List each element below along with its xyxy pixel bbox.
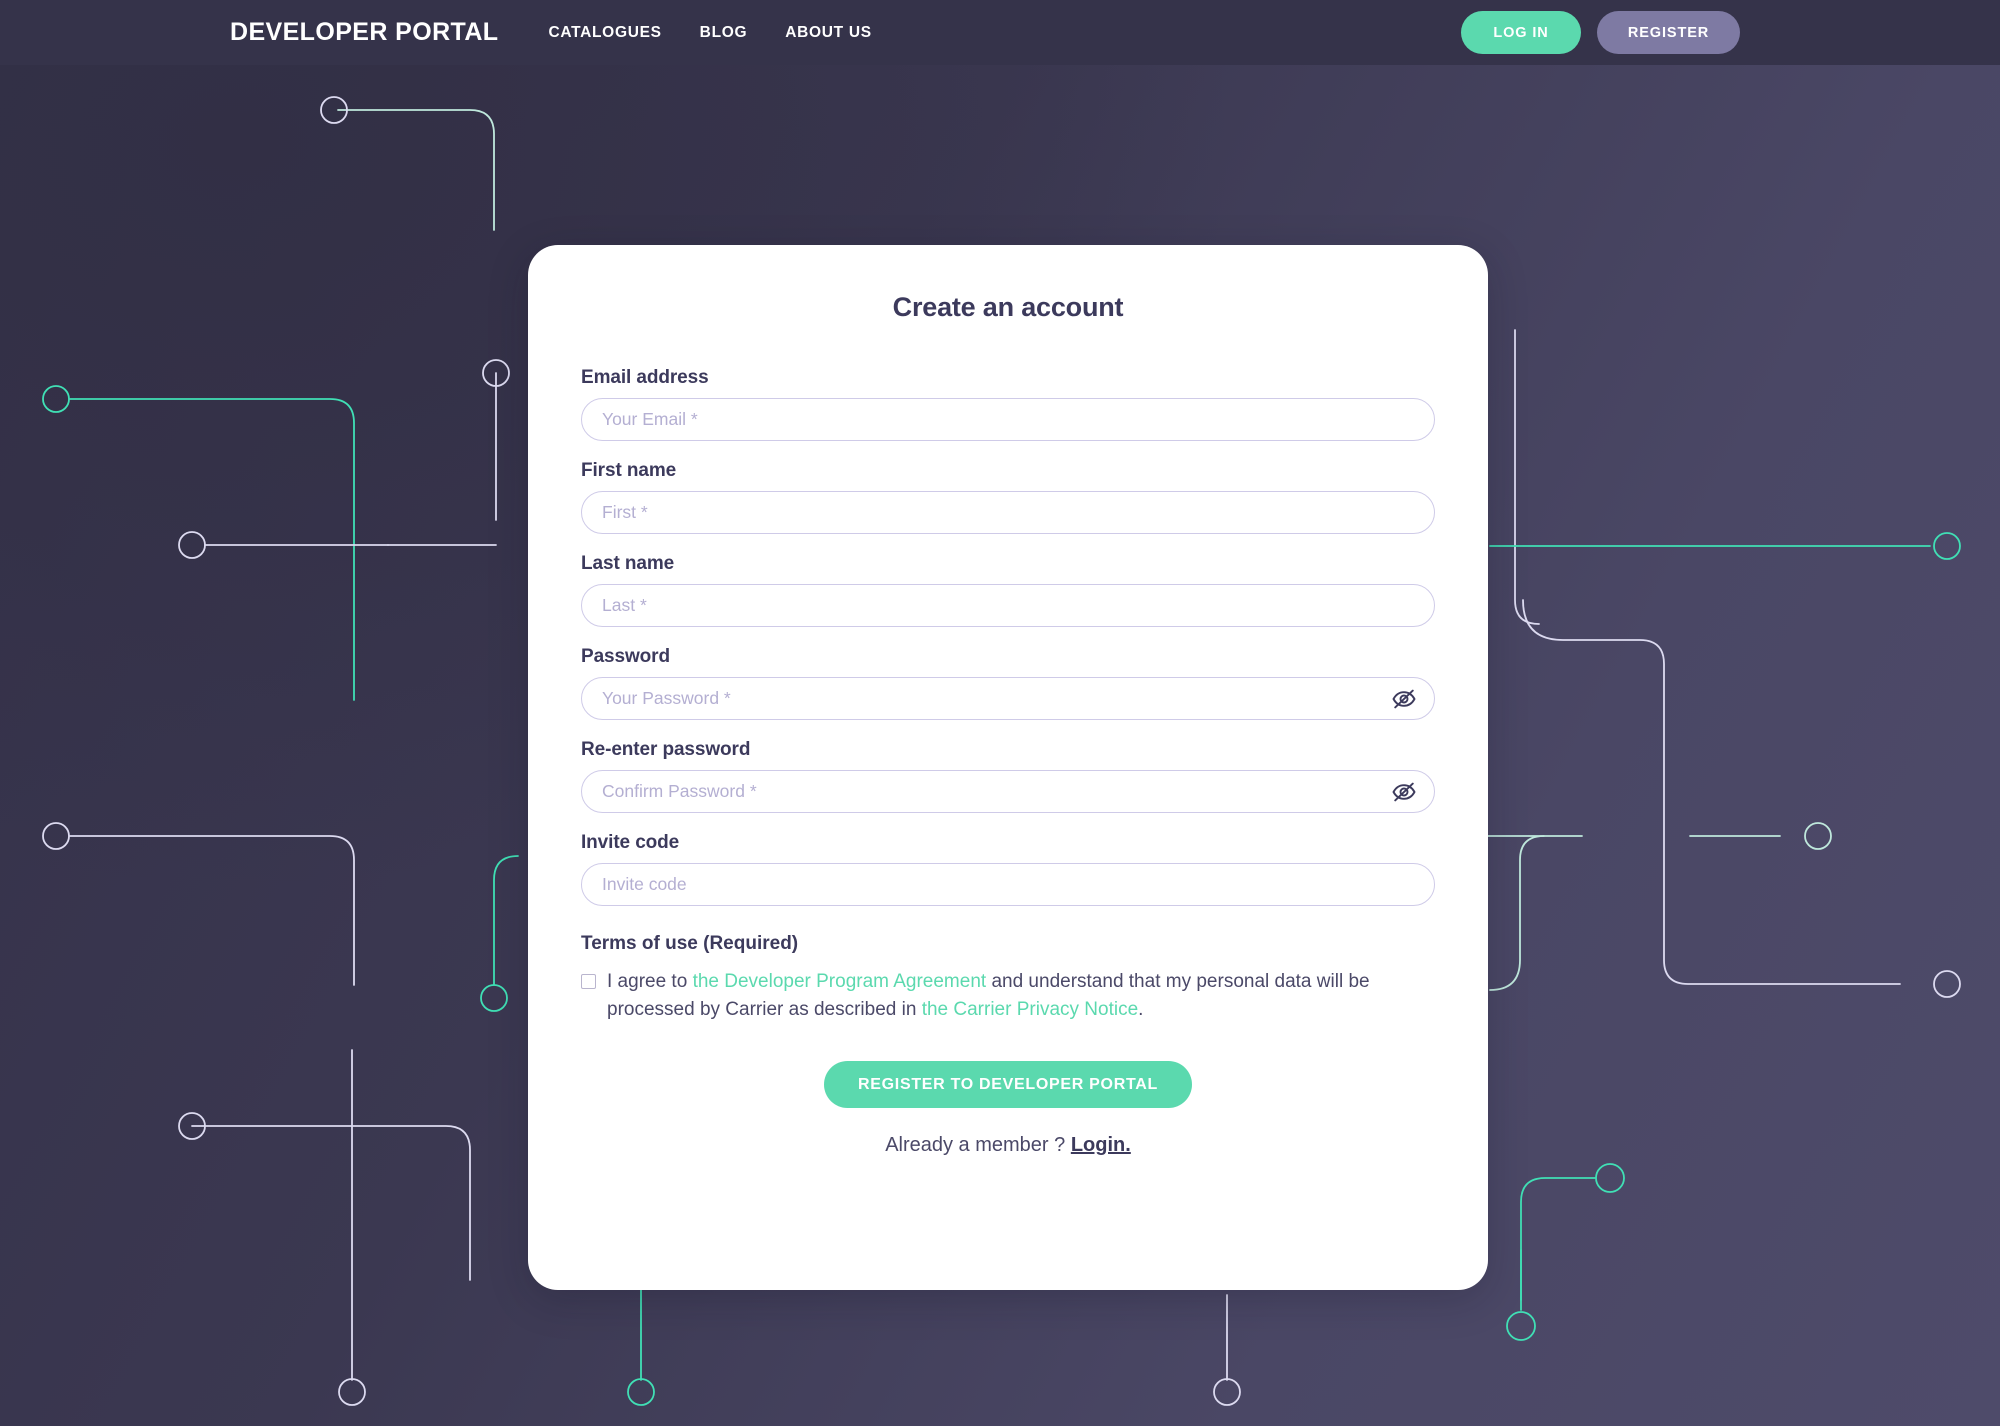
- brand-logo[interactable]: DEVELOPER PORTAL: [230, 18, 498, 47]
- login-link[interactable]: Login.: [1071, 1134, 1131, 1156]
- input-wrap-password: [581, 677, 1435, 720]
- confirm-password-visibility-toggle[interactable]: [1391, 781, 1417, 803]
- circuit-node: [1933, 532, 1961, 560]
- eye-off-icon: [1392, 689, 1416, 708]
- password-input[interactable]: [581, 677, 1435, 720]
- circuit-node: [1933, 970, 1961, 998]
- circuit-line: [337, 109, 495, 231]
- circuit-node: [1595, 1163, 1625, 1193]
- eye-off-icon: [1392, 782, 1416, 801]
- main-navigation: CATALOGUES BLOG ABOUT US: [548, 24, 871, 42]
- terms-heading: Terms of use (Required): [581, 933, 799, 954]
- header-actions: LOG IN REGISTER: [1461, 11, 1740, 54]
- circuit-line: [493, 855, 519, 986]
- circuit-line: [191, 1125, 471, 1281]
- input-wrap-first-name: [581, 491, 1435, 534]
- label-first-name: First name: [581, 460, 677, 481]
- confirm-password-input[interactable]: [581, 770, 1435, 813]
- circuit-node: [1506, 1311, 1536, 1341]
- password-visibility-toggle[interactable]: [1391, 688, 1417, 710]
- input-wrap-email: [581, 398, 1435, 441]
- create-account-card: Create an account Email address First na…: [528, 245, 1488, 1290]
- registration-form: Email address First name Last name Passw…: [558, 367, 1458, 1157]
- input-wrap-invite-code: [581, 863, 1435, 906]
- circuit-node: [480, 984, 508, 1012]
- label-last-name: Last name: [581, 553, 675, 574]
- circuit-line: [1489, 835, 1545, 991]
- field-group-last-name: Last name: [581, 553, 1435, 627]
- register-to-developer-portal-button[interactable]: REGISTER TO DEVELOPER PORTAL: [824, 1061, 1192, 1109]
- register-button[interactable]: REGISTER: [1597, 11, 1740, 54]
- email-input[interactable]: [581, 398, 1435, 441]
- page-title: Create an account: [892, 292, 1124, 322]
- label-re-enter-password: Re-enter password: [581, 739, 751, 760]
- circuit-node: [627, 1378, 655, 1406]
- nav-item-blog[interactable]: BLOG: [700, 24, 748, 42]
- circuit-node: [42, 822, 70, 850]
- circuit-line: [1522, 599, 1901, 985]
- submit-row: REGISTER TO DEVELOPER PORTAL: [581, 1061, 1435, 1109]
- circuit-line: [1514, 329, 1540, 625]
- terms-text-part-1: I agree to: [607, 971, 693, 992]
- label-invite-code: Invite code: [581, 832, 680, 853]
- nav-item-about-us[interactable]: ABOUT US: [785, 24, 872, 42]
- label-password: Password: [581, 646, 670, 667]
- invite-code-input[interactable]: [581, 863, 1435, 906]
- circuit-node: [338, 1378, 366, 1406]
- already-member-text: Already a member ?: [885, 1134, 1071, 1157]
- circuit-line: [69, 835, 355, 986]
- circuit-node: [1213, 1378, 1241, 1406]
- terms-of-use-section: Terms of use (Required) I agree to the D…: [581, 933, 1435, 1023]
- terms-text-part-3: .: [1138, 998, 1144, 1020]
- input-wrap-confirm-password: [581, 770, 1435, 813]
- last-name-input[interactable]: [581, 584, 1435, 627]
- first-name-input[interactable]: [581, 491, 1435, 534]
- carrier-privacy-notice-link[interactable]: the Carrier Privacy Notice: [922, 999, 1138, 1020]
- terms-agreement-checkbox[interactable]: [581, 974, 596, 989]
- nav-item-catalogues[interactable]: CATALOGUES: [548, 24, 661, 42]
- circuit-node: [42, 385, 70, 413]
- terms-agreement-text: I agree to the Developer Program Agreeme…: [607, 968, 1435, 1023]
- terms-agreement-row: I agree to the Developer Program Agreeme…: [581, 968, 1435, 1023]
- developer-program-agreement-link[interactable]: the Developer Program Agreement: [693, 971, 987, 992]
- field-group-confirm-password: Re-enter password: [581, 739, 1435, 813]
- field-group-invite-code: Invite code: [581, 832, 1435, 906]
- field-group-first-name: First name: [581, 460, 1435, 534]
- label-email-address: Email address: [581, 367, 709, 388]
- log-in-button[interactable]: LOG IN: [1461, 11, 1581, 54]
- circuit-line: [69, 398, 355, 701]
- site-header: DEVELOPER PORTAL CATALOGUES BLOG ABOUT U…: [0, 0, 2000, 65]
- circuit-node: [1804, 822, 1832, 850]
- already-member-row: Already a member ? Login.: [581, 1134, 1435, 1157]
- circuit-node: [178, 531, 206, 559]
- field-group-password: Password: [581, 646, 1435, 720]
- circuit-line: [1520, 1177, 1596, 1301]
- input-wrap-last-name: [581, 584, 1435, 627]
- field-group-email: Email address: [581, 367, 1435, 441]
- circuit-line: [387, 372, 497, 546]
